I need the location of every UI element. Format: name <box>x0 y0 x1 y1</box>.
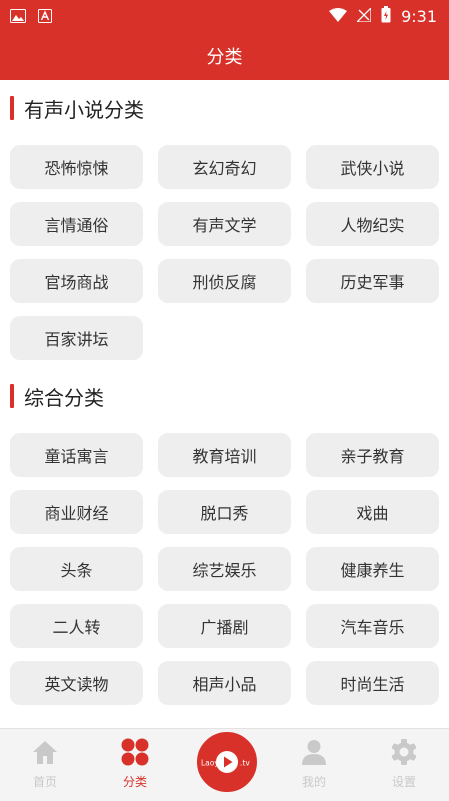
section-header-general: 综合分类 <box>10 382 104 410</box>
image-icon <box>10 8 26 23</box>
category-chip[interactable]: 时尚生活 <box>306 661 439 705</box>
signal-off-icon <box>355 6 372 26</box>
tab-label: 分类 <box>122 775 147 789</box>
category-chip[interactable]: 广播剧 <box>158 604 291 648</box>
user-icon <box>299 737 329 767</box>
gear-icon <box>389 737 419 767</box>
section-accent-bar <box>10 384 14 408</box>
category-chip[interactable]: 恐怖惊悚 <box>10 145 143 189</box>
category-chip[interactable]: 戏曲 <box>306 490 439 534</box>
category-chip[interactable]: 人物纪实 <box>306 202 439 246</box>
logo-text-right: .tv <box>240 759 250 768</box>
section-header-audio-novels: 有声小说分类 <box>10 94 144 122</box>
category-grid-general: 童话寓言 教育培训 亲子教育 商业财经 脱口秀 戏曲 头条 综艺娱乐 健康养生 … <box>10 433 439 705</box>
center-logo-button[interactable]: Laoy .tv <box>195 730 259 794</box>
category-chip[interactable]: 脱口秀 <box>158 490 291 534</box>
category-chip[interactable]: 综艺娱乐 <box>158 547 291 591</box>
category-chip[interactable]: 百家讲坛 <box>10 316 143 360</box>
category-chip[interactable]: 商业财经 <box>10 490 143 534</box>
tab-category[interactable]: 分类 <box>100 737 170 797</box>
category-chip[interactable]: 二人转 <box>10 604 143 648</box>
tab-label: 设置 <box>391 775 416 789</box>
category-chip[interactable]: 历史军事 <box>306 259 439 303</box>
section-accent-bar <box>10 96 14 120</box>
tab-settings[interactable]: 设置 <box>369 737 439 797</box>
section-title: 有声小说分类 <box>24 97 144 122</box>
category-chip[interactable]: 玄幻奇幻 <box>158 145 291 189</box>
wifi-icon <box>329 7 348 26</box>
category-chip[interactable]: 武侠小说 <box>306 145 439 189</box>
category-chip[interactable]: 相声小品 <box>158 661 291 705</box>
category-chip[interactable]: 官场商战 <box>10 259 143 303</box>
status-bar: 9:31 <box>0 0 449 32</box>
tab-home[interactable]: 首页 <box>10 737 80 797</box>
status-time: 9:31 <box>401 7 437 26</box>
text-a-icon <box>38 8 54 23</box>
category-chip[interactable]: 头条 <box>10 547 143 591</box>
category-chip[interactable]: 英文读物 <box>10 661 143 705</box>
category-chip[interactable]: 汽车音乐 <box>306 604 439 648</box>
section-title: 综合分类 <box>24 385 104 410</box>
play-icon: Laoy .tv <box>201 751 250 773</box>
home-icon <box>30 737 60 767</box>
logo-text-left: Laoy <box>201 759 219 768</box>
category-chip[interactable]: 教育培训 <box>158 433 291 477</box>
tab-mine[interactable]: 我的 <box>279 737 349 797</box>
category-chip[interactable]: 童话寓言 <box>10 433 143 477</box>
category-chip[interactable]: 刑侦反腐 <box>158 259 291 303</box>
tab-label: 我的 <box>301 775 326 789</box>
tab-label: 首页 <box>32 775 57 789</box>
category-chip[interactable]: 健康养生 <box>306 547 439 591</box>
category-chip[interactable]: 有声文学 <box>158 202 291 246</box>
category-chip[interactable]: 亲子教育 <box>306 433 439 477</box>
top-bar: 分类 <box>0 32 449 80</box>
category-grid-icon <box>120 737 150 767</box>
page-title: 分类 <box>206 47 243 68</box>
category-grid-audio-novels: 恐怖惊悚 玄幻奇幻 武侠小说 言情通俗 有声文学 人物纪实 官场商战 刑侦反腐 … <box>10 145 439 360</box>
category-chip[interactable]: 言情通俗 <box>10 202 143 246</box>
battery-icon <box>381 6 391 27</box>
